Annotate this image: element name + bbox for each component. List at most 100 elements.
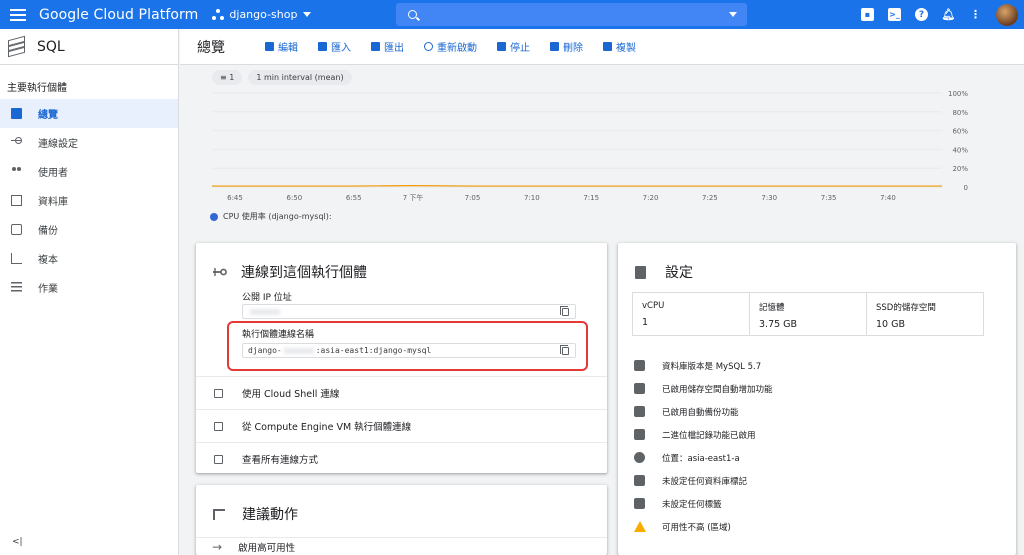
gift-icon[interactable]: ▪	[861, 8, 874, 21]
brand-title[interactable]: Google Cloud Platform	[39, 7, 198, 23]
feature-row: 已啟用儲存空間自動增加功能	[634, 377, 773, 400]
help-icon[interactable]: ?	[915, 8, 928, 21]
copy-icon[interactable]	[560, 306, 569, 316]
cloud-shell-icon[interactable]: >_	[888, 8, 901, 21]
sidebar-item-users[interactable]: 使用者	[0, 157, 178, 186]
users-icon	[11, 166, 22, 177]
edit-icon	[265, 42, 274, 51]
project-selector[interactable]: django-shop	[212, 8, 312, 21]
compute-engine-connect-row[interactable]: 從 Compute Engine VM 執行個體連線	[196, 409, 607, 442]
feature-row: 未設定任何資料庫標記	[634, 469, 747, 492]
database-icon	[11, 195, 22, 206]
conn-name-field[interactable]: django- :asia-east1:django-mysql	[242, 343, 576, 358]
chevron-down-icon	[303, 12, 312, 17]
conn-name-prefix: django-	[248, 346, 282, 355]
avatar[interactable]	[996, 3, 1018, 26]
sidebar-item-overview[interactable]: 總覽	[0, 99, 178, 128]
reco-card-title: 建議動作	[242, 507, 298, 523]
filter-icon: ≡	[220, 73, 230, 82]
public-ip-field[interactable]	[242, 304, 576, 319]
sidebar-item-operations[interactable]: 作業	[0, 273, 178, 302]
search-input[interactable]	[396, 3, 747, 26]
delete-button[interactable]: 刪除	[550, 39, 583, 54]
settings-card-title: 設定	[665, 265, 693, 281]
connect-card-title: 連線到這個執行個體	[241, 265, 367, 281]
chip-icon	[214, 421, 223, 431]
cloud-shell-icon	[214, 388, 223, 398]
warning-icon	[634, 521, 646, 532]
sidebar-item-label: 使用者	[38, 168, 68, 179]
stat-storage: SSD的儲存空間 10 GB	[867, 293, 983, 335]
x-tick-label: 7:35	[821, 194, 837, 202]
stop-icon	[497, 42, 506, 51]
recommendations-card: 建議動作 → 啟用高可用性	[196, 485, 607, 555]
notifications-icon[interactable]: 🔔︎	[942, 8, 956, 21]
stat-key: vCPU	[642, 301, 665, 311]
stat-value: 10 GB	[876, 319, 905, 330]
all-connections-row[interactable]: 查看所有連線方式	[196, 442, 607, 475]
backup-icon	[11, 224, 22, 235]
feature-row: 二進位檔記錄功能已啟用	[634, 423, 756, 446]
sidebar-item-connections[interactable]: 連線設定	[0, 128, 178, 157]
y-tick-label: 80%	[952, 109, 968, 117]
connection-icon	[11, 136, 22, 146]
table-icon	[634, 475, 645, 486]
feature-text: 二進位檔記錄功能已啟用	[662, 430, 756, 441]
cloud-shell-connect-label: 使用 Cloud Shell 連線	[242, 389, 340, 400]
edit-label: 編輯	[278, 43, 298, 54]
search-chevron-down-icon[interactable]	[729, 12, 737, 17]
legend-swatch	[210, 212, 218, 221]
feature-row: 未設定任何標籤	[634, 492, 722, 515]
restart-icon	[424, 42, 433, 51]
import-button[interactable]: 匯入	[318, 39, 351, 54]
stop-button[interactable]: 停止	[497, 39, 530, 54]
x-tick-label: 7:25	[702, 194, 718, 202]
arrow-right-icon: →	[212, 539, 223, 554]
conn-name-label: 執行個體連線名稱	[242, 330, 315, 340]
feature-row: 位置：asia-east1-a	[634, 446, 740, 469]
more-vert-icon[interactable]: ⋮	[969, 8, 982, 21]
page-toolbar: 總覽 編輯 匯入 匯出 重新啟動 停止 刪除 複製	[180, 29, 1024, 65]
resource-stats: vCPU 1 記憶體 3.75 GB SSD的儲存空間 10 GB	[632, 292, 984, 336]
feature-text: 已啟用自動備份功能	[662, 407, 739, 418]
sidebar-item-label: 資料庫	[38, 197, 68, 208]
delete-label: 刪除	[563, 43, 583, 54]
chart-filter-bar: ≡ 1 1 min interval (mean)	[212, 70, 358, 85]
x-tick-label: 7:10	[524, 194, 540, 202]
copy-icon[interactable]	[560, 345, 569, 355]
settings-card: 設定 vCPU 1 記憶體 3.75 GB SSD的儲存空間 10 GB 資料庫版本是…	[618, 243, 1016, 555]
collapse-sidebar-button[interactable]: <|	[12, 537, 23, 547]
feature-row: 可用性不高 (區域)	[634, 515, 731, 538]
x-tick-label: 6:45	[227, 194, 243, 202]
public-ip-label: 公開 IP 位址	[242, 293, 292, 303]
stat-key: 記憶體	[759, 303, 785, 313]
menu-icon[interactable]	[10, 8, 26, 21]
stat-memory: 記憶體 3.75 GB	[750, 293, 867, 335]
interval-chip[interactable]: 1 min interval (mean)	[248, 70, 352, 85]
x-tick-label: 6:55	[346, 194, 362, 202]
connect-card-header: 連線到這個執行個體	[196, 257, 607, 287]
feature-text: 可用性不高 (區域)	[662, 522, 731, 533]
globe-icon	[634, 452, 645, 463]
connect-card: 連線到這個執行個體 公開 IP 位址 執行個體連線名稱 django- :asi…	[196, 243, 607, 473]
sidebar-item-databases[interactable]: 資料庫	[0, 186, 178, 215]
sidebar: SQL 主要執行個體 總覽 連線設定 使用者 資料庫 備份 複本 作業 <|	[0, 29, 179, 555]
main-content: ≡ 1 1 min interval (mean) 100% 80% 60% 40% 2…	[180, 65, 1024, 555]
reco-card-header: 建議動作	[196, 499, 607, 529]
sidebar-item-replicas[interactable]: 複本	[0, 244, 178, 273]
enable-ha-row[interactable]: → 啟用高可用性	[196, 537, 607, 555]
top-actions: ▪ >_ ? 🔔︎ ⋮	[861, 0, 1024, 29]
clone-button[interactable]: 複製	[603, 39, 636, 54]
y-tick-label: 100%	[948, 90, 968, 98]
feature-row: 已啟用自動備份功能	[634, 400, 739, 423]
export-button[interactable]: 匯出	[371, 39, 404, 54]
stat-value: 3.75 GB	[759, 319, 798, 330]
sidebar-item-label: 複本	[38, 255, 58, 266]
edit-button[interactable]: 編輯	[265, 39, 298, 54]
sidebar-item-backups[interactable]: 備份	[0, 215, 178, 244]
sidebar-header: SQL	[0, 29, 178, 65]
restart-button[interactable]: 重新啟動	[424, 39, 477, 54]
top-app-bar: Google Cloud Platform django-shop ▪ >_ ?…	[0, 0, 1024, 29]
cloud-shell-connect-row[interactable]: 使用 Cloud Shell 連線	[196, 376, 607, 409]
filter-chip[interactable]: ≡ 1	[212, 70, 243, 85]
